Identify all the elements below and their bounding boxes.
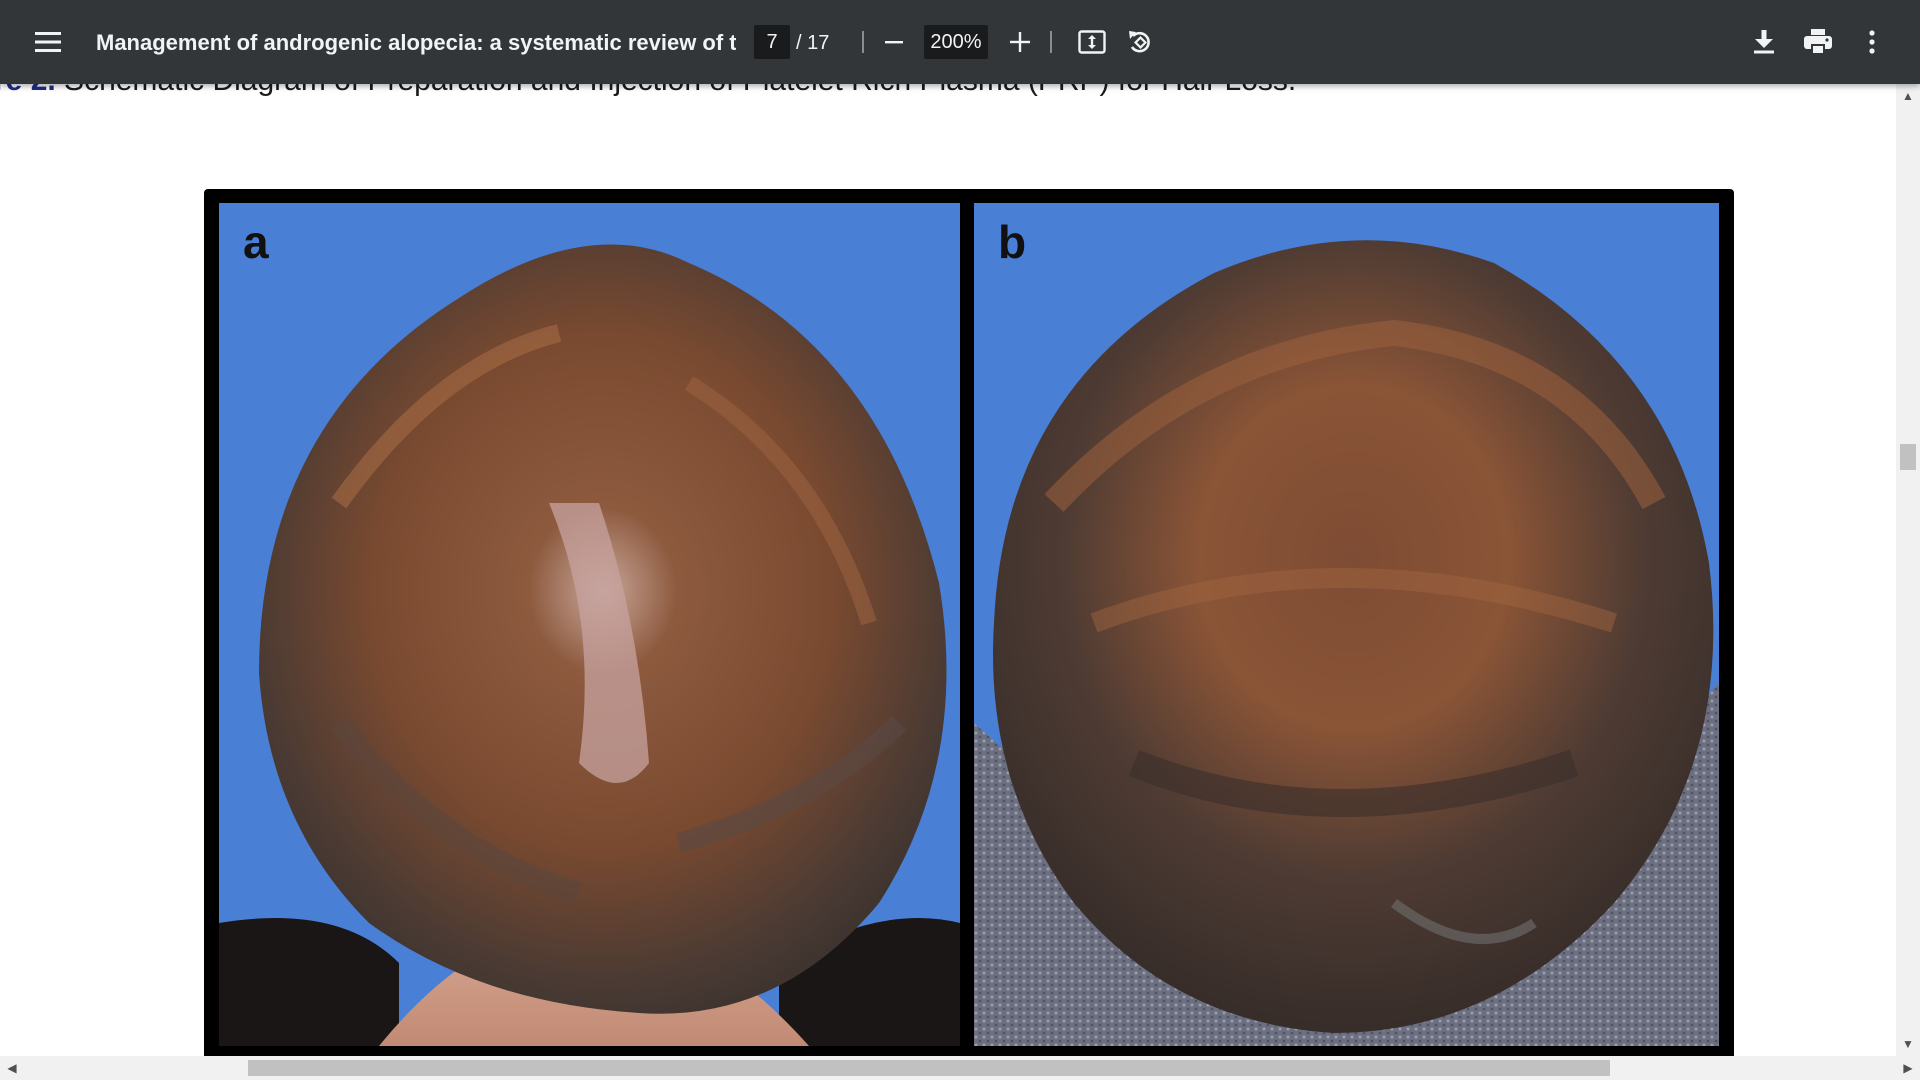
fit-to-page-button[interactable]	[1068, 18, 1116, 66]
pdf-toolbar: Management of androgenic alopecia: a sys…	[0, 0, 1920, 84]
print-button[interactable]	[1794, 18, 1842, 66]
photo-panel-a: a	[219, 203, 960, 1046]
photo-panel-b: b	[974, 203, 1719, 1046]
page-total: / 17	[796, 32, 830, 54]
rotate-button[interactable]	[1116, 18, 1164, 66]
horizontal-scrollbar[interactable]: ◀ ▶	[0, 1056, 1920, 1080]
page-number-input[interactable]: 7	[754, 25, 790, 59]
download-icon	[1754, 30, 1774, 54]
scalp-photo-after	[974, 203, 1719, 1046]
horizontal-scroll-thumb[interactable]	[248, 1060, 1610, 1076]
rotate-counterclockwise-icon	[1129, 31, 1150, 53]
document-title: Management of androgenic alopecia: a sys…	[96, 30, 736, 55]
figure-caption-text: Schematic Diagram of Preparation and Inj…	[56, 84, 1296, 97]
zoom-out-button[interactable]	[870, 18, 918, 66]
scroll-right-arrow-icon[interactable]: ▶	[1896, 1056, 1920, 1080]
scroll-left-arrow-icon[interactable]: ◀	[0, 1056, 24, 1080]
minus-icon	[885, 41, 903, 44]
toolbar-divider	[862, 31, 864, 53]
menu-button[interactable]	[24, 18, 72, 66]
panel-label-b: b	[998, 216, 1027, 268]
toolbar-divider	[1050, 31, 1052, 53]
more-actions-button[interactable]	[1848, 18, 1896, 66]
document-viewer[interactable]: re 2. Schematic Diagram of Preparation a…	[0, 84, 1896, 1056]
more-vertical-icon	[1869, 30, 1875, 54]
figure-caption-label: re 2.	[0, 84, 56, 97]
figure-caption: re 2. Schematic Diagram of Preparation a…	[0, 84, 1296, 98]
scroll-up-arrow-icon[interactable]: ▲	[1896, 84, 1920, 108]
print-icon	[1804, 29, 1832, 55]
fit-to-page-icon	[1078, 30, 1106, 54]
download-button[interactable]	[1740, 18, 1788, 66]
vertical-scroll-thumb[interactable]	[1900, 444, 1916, 470]
scalp-photo-before	[219, 203, 960, 1046]
plus-icon	[1010, 32, 1030, 52]
menu-icon	[35, 32, 61, 52]
zoom-input[interactable]: 200%	[924, 25, 988, 59]
scroll-down-arrow-icon[interactable]: ▼	[1896, 1032, 1920, 1056]
zoom-in-button[interactable]	[996, 18, 1044, 66]
figure-image: a b	[204, 189, 1734, 1056]
vertical-scrollbar[interactable]: ▲ ▼	[1896, 84, 1920, 1056]
panel-label-a: a	[243, 216, 269, 268]
